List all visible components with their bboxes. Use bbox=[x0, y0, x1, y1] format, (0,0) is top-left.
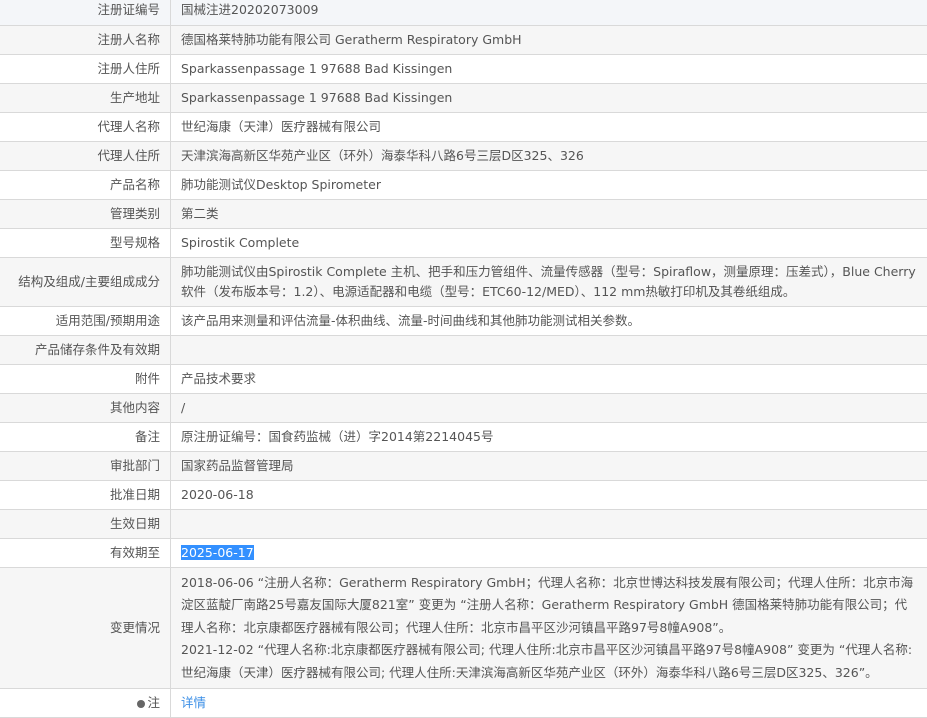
table-row-note: 注 详情 bbox=[0, 689, 927, 718]
field-label: 审批部门 bbox=[0, 451, 171, 480]
table-row: 注册人名称 德国格莱特肺功能有限公司 Geratherm Respiratory… bbox=[0, 25, 927, 54]
field-value-text: 天津滨海高新区华苑产业区（环外）海泰华科八路6号三层D区325、326 bbox=[181, 148, 584, 163]
table-row: 有效期至 2025-06-17 bbox=[0, 538, 927, 567]
field-value: 产品技术要求 bbox=[171, 364, 927, 393]
table-row: 生效日期 bbox=[0, 509, 927, 538]
field-label: 代理人名称 bbox=[0, 112, 171, 141]
field-label: 代理人住所 bbox=[0, 141, 171, 170]
field-value: 第二类 bbox=[171, 199, 927, 228]
field-value-text: Spirostik Complete bbox=[181, 235, 299, 250]
field-value: 天津滨海高新区华苑产业区（环外）海泰华科八路6号三层D区325、326 bbox=[171, 141, 927, 170]
field-value-text: Sparkassenpassage 1 97688 Bad Kissingen bbox=[181, 90, 452, 105]
field-value-text: 德国格莱特肺功能有限公司 Geratherm Respiratory GmbH bbox=[181, 32, 522, 47]
field-value-text: 该产品用来测量和评估流量-体积曲线、流量-时间曲线和其他肺功能测试相关参数。 bbox=[181, 313, 640, 328]
table-row: 适用范围/预期用途 该产品用来测量和评估流量-体积曲线、流量-时间曲线和其他肺功… bbox=[0, 306, 927, 335]
field-value: 详情 bbox=[171, 689, 927, 718]
field-value: 德国格莱特肺功能有限公司 Geratherm Respiratory GmbH bbox=[171, 25, 927, 54]
pin-icon bbox=[137, 700, 145, 708]
field-value: 国械注进20202073009 bbox=[171, 0, 927, 25]
field-value bbox=[171, 335, 927, 364]
field-label: 结构及组成/主要组成成分 bbox=[0, 257, 171, 306]
table-row: 注册人住所 Sparkassenpassage 1 97688 Bad Kiss… bbox=[0, 54, 927, 83]
table-row: 注册证编号 国械注进20202073009 bbox=[0, 0, 927, 25]
field-value-text: Sparkassenpassage 1 97688 Bad Kissingen bbox=[181, 61, 452, 76]
field-value: 肺功能测试仪由Spirostik Complete 主机、把手和压力管组件、流量… bbox=[171, 257, 927, 306]
field-value: 世纪海康（天津）医疗器械有限公司 bbox=[171, 112, 927, 141]
field-label: 生效日期 bbox=[0, 509, 171, 538]
table-row: 代理人名称 世纪海康（天津）医疗器械有限公司 bbox=[0, 112, 927, 141]
table-row: 结构及组成/主要组成成分 肺功能测试仪由Spirostik Complete 主… bbox=[0, 257, 927, 306]
field-value: 该产品用来测量和评估流量-体积曲线、流量-时间曲线和其他肺功能测试相关参数。 bbox=[171, 306, 927, 335]
field-value-text: 产品技术要求 bbox=[181, 371, 256, 386]
field-value-text: 肺功能测试仪由Spirostik Complete 主机、把手和压力管组件、流量… bbox=[181, 264, 916, 299]
field-value: 肺功能测试仪Desktop Spirometer bbox=[171, 170, 927, 199]
field-label: 注册证编号 bbox=[0, 0, 171, 25]
field-value-text: 2020-06-18 bbox=[181, 487, 254, 502]
field-label: 管理类别 bbox=[0, 199, 171, 228]
field-label: 生产地址 bbox=[0, 83, 171, 112]
field-label: 产品名称 bbox=[0, 170, 171, 199]
table-row: 附件 产品技术要求 bbox=[0, 364, 927, 393]
field-value bbox=[171, 509, 927, 538]
field-value: / bbox=[171, 393, 927, 422]
change-history: 2018-06-06 “注册人名称：Geratherm Respiratory … bbox=[171, 567, 927, 689]
field-label: 产品储存条件及有效期 bbox=[0, 335, 171, 364]
field-value-text: 国械注进20202073009 bbox=[181, 2, 318, 17]
field-value: Sparkassenpassage 1 97688 Bad Kissingen bbox=[171, 54, 927, 83]
field-label: 注 bbox=[0, 689, 171, 718]
table-row: 审批部门 国家药品监督管理局 bbox=[0, 451, 927, 480]
table-row: 批准日期 2020-06-18 bbox=[0, 480, 927, 509]
field-value: Sparkassenpassage 1 97688 Bad Kissingen bbox=[171, 83, 927, 112]
change-entry: 2021-12-02 “代理人名称:北京康都医疗器械有限公司; 代理人住所:北京… bbox=[181, 639, 917, 684]
field-value: Spirostik Complete bbox=[171, 228, 927, 257]
table-row-changes: 变更情况 2018-06-06 “注册人名称：Geratherm Respira… bbox=[0, 567, 927, 689]
table-row: 型号规格 Spirostik Complete bbox=[0, 228, 927, 257]
field-value-text: 国家药品监督管理局 bbox=[181, 458, 294, 473]
field-label: 批准日期 bbox=[0, 480, 171, 509]
field-label: 其他内容 bbox=[0, 393, 171, 422]
table-row: 代理人住所 天津滨海高新区华苑产业区（环外）海泰华科八路6号三层D区325、32… bbox=[0, 141, 927, 170]
registration-detail-table: 注册证编号 国械注进20202073009注册人名称 德国格莱特肺功能有限公司 … bbox=[0, 0, 927, 718]
field-value: 2020-06-18 bbox=[171, 480, 927, 509]
field-label: 注册人住所 bbox=[0, 54, 171, 83]
field-value-text: 世纪海康（天津）医疗器械有限公司 bbox=[181, 119, 381, 134]
field-value-text: 肺功能测试仪Desktop Spirometer bbox=[181, 177, 381, 192]
field-value: 2025-06-17 bbox=[171, 538, 927, 567]
table-row: 产品名称 肺功能测试仪Desktop Spirometer bbox=[0, 170, 927, 199]
table-row: 其他内容 / bbox=[0, 393, 927, 422]
table-row: 生产地址 Sparkassenpassage 1 97688 Bad Kissi… bbox=[0, 83, 927, 112]
field-label: 附件 bbox=[0, 364, 171, 393]
field-value-text: 第二类 bbox=[181, 206, 219, 221]
field-label: 有效期至 bbox=[0, 538, 171, 567]
field-label: 型号规格 bbox=[0, 228, 171, 257]
field-label: 变更情况 bbox=[0, 567, 171, 689]
table-row: 管理类别 第二类 bbox=[0, 199, 927, 228]
field-value: 原注册证编号：国食药监械（进）字2014第2214045号 bbox=[171, 422, 927, 451]
field-label: 注册人名称 bbox=[0, 25, 171, 54]
field-label: 备注 bbox=[0, 422, 171, 451]
field-value-text: 原注册证编号：国食药监械（进）字2014第2214045号 bbox=[181, 429, 493, 444]
field-value: 国家药品监督管理局 bbox=[171, 451, 927, 480]
field-value-text: 2025-06-17 bbox=[181, 545, 254, 560]
change-entry: 2018-06-06 “注册人名称：Geratherm Respiratory … bbox=[181, 572, 917, 640]
table-row: 产品储存条件及有效期 bbox=[0, 335, 927, 364]
table-row: 备注 原注册证编号：国食药监械（进）字2014第2214045号 bbox=[0, 422, 927, 451]
field-value-text: / bbox=[181, 400, 185, 415]
field-label: 适用范围/预期用途 bbox=[0, 306, 171, 335]
